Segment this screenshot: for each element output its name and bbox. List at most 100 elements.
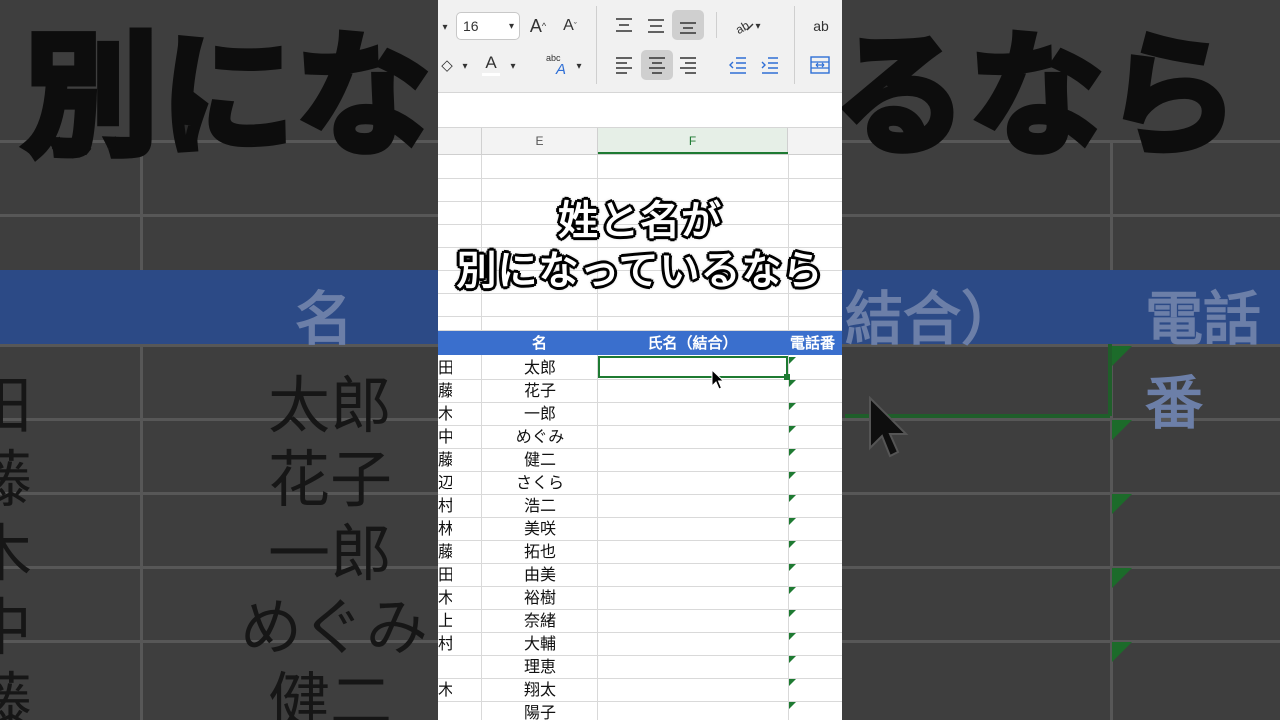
first-name-cell[interactable]: さくら: [482, 471, 598, 494]
full-name-cell[interactable]: [598, 586, 788, 609]
first-name-cell[interactable]: 花子: [482, 379, 598, 402]
table-row: [438, 247, 842, 271]
first-name-cell[interactable]: 太郎: [482, 356, 598, 379]
last-name-cell[interactable]: 上: [438, 609, 452, 632]
font-size-select[interactable]: 16 ▾: [456, 12, 520, 40]
column-header-f[interactable]: F: [598, 128, 788, 154]
column-header-g[interactable]: [788, 128, 842, 154]
decrease-font-button[interactable]: Aˇ: [558, 14, 582, 38]
full-name-cell[interactable]: [598, 379, 788, 402]
orientation-button[interactable]: ab ▾: [728, 14, 766, 38]
align-bottom-button[interactable]: [672, 10, 704, 40]
full-name-cell[interactable]: [598, 678, 788, 701]
full-name-cell[interactable]: [598, 632, 788, 655]
first-name-cell[interactable]: 一郎: [482, 402, 598, 425]
bg-gridline: [140, 140, 143, 720]
align-top-icon[interactable]: [612, 14, 636, 36]
error-marker-icon: [789, 403, 796, 410]
font-color-button[interactable]: A: [480, 50, 502, 78]
full-name-cell[interactable]: [598, 448, 788, 471]
error-marker-icon: [789, 518, 796, 525]
last-name-cell[interactable]: 木: [438, 402, 452, 425]
last-name-cell[interactable]: 木: [438, 678, 452, 701]
fill-color-icon[interactable]: ◇: [438, 52, 456, 78]
full-name-cell[interactable]: [598, 471, 788, 494]
full-name-cell[interactable]: [598, 609, 788, 632]
chevron-down-icon[interactable]: ▾: [506, 56, 520, 76]
last-name-cell[interactable]: 藤: [438, 379, 452, 402]
full-name-cell[interactable]: [598, 425, 788, 448]
last-name-cell[interactable]: 田: [438, 356, 452, 379]
mouse-cursor-icon: [711, 369, 725, 390]
table-row: 田 由美: [438, 563, 842, 587]
first-name-cell[interactable]: 健二: [482, 448, 598, 471]
fill-handle[interactable]: [784, 374, 790, 380]
last-name-cell[interactable]: 辺: [438, 471, 452, 494]
first-name-cell[interactable]: 拓也: [482, 540, 598, 563]
bg-fragment: 藤: [0, 665, 33, 720]
table-row: 木 翔太: [438, 678, 842, 702]
wrap-text-button[interactable]: ab: [808, 14, 834, 38]
decrease-font-icon: A: [563, 17, 574, 34]
header-first-name[interactable]: 名: [482, 331, 597, 355]
column-header-d[interactable]: [438, 128, 482, 154]
error-marker-icon: [789, 587, 796, 594]
last-name-cell[interactable]: 藤: [438, 448, 452, 471]
bg-error-marker: [1112, 494, 1132, 514]
font-dropdown-chevron-icon[interactable]: ▾: [438, 14, 452, 40]
error-marker-icon: [789, 633, 796, 640]
bg-error-marker: [1112, 568, 1132, 588]
align-left-icon[interactable]: [612, 54, 636, 76]
last-name-cell[interactable]: 中: [438, 425, 452, 448]
last-name-cell[interactable]: 村: [438, 632, 452, 655]
table-row: 辺 さくら: [438, 471, 842, 495]
first-name-cell[interactable]: 翔太: [482, 678, 598, 701]
first-name-cell[interactable]: 奈緒: [482, 609, 598, 632]
full-name-cell[interactable]: [598, 563, 788, 586]
bg-error-marker: [1112, 642, 1132, 662]
bg-cell: 健二: [268, 665, 393, 720]
last-name-cell[interactable]: 木: [438, 586, 452, 609]
table-header-row: 名 氏名（結合） 電話番: [438, 331, 842, 355]
align-center-button[interactable]: [641, 50, 673, 80]
first-name-cell[interactable]: 理恵: [482, 655, 598, 678]
decrease-indent-icon[interactable]: [726, 54, 750, 76]
header-phone[interactable]: 電話番: [790, 331, 842, 355]
first-name-cell[interactable]: 浩二: [482, 494, 598, 517]
first-name-cell[interactable]: 美咲: [482, 517, 598, 540]
chevron-down-icon[interactable]: ▾: [458, 56, 472, 76]
chevron-down-icon: ▾: [508, 20, 514, 32]
header-full-name[interactable]: 氏名（結合）: [598, 331, 787, 355]
full-name-cell[interactable]: [598, 402, 788, 425]
chevron-down-icon[interactable]: ▾: [572, 56, 586, 76]
full-name-cell[interactable]: [598, 540, 788, 563]
chevron-down-icon: ▾: [755, 20, 761, 32]
merge-cells-icon[interactable]: [808, 54, 832, 76]
table-row: [438, 293, 842, 317]
selected-cell-f[interactable]: [598, 356, 788, 378]
first-name-cell[interactable]: めぐみ: [482, 425, 598, 448]
error-marker-icon: [789, 541, 796, 548]
last-name-cell[interactable]: 藤: [438, 540, 452, 563]
column-header-e[interactable]: E: [482, 128, 598, 154]
formula-bar[interactable]: [438, 92, 842, 128]
last-name-cell[interactable]: 村: [438, 494, 452, 517]
full-name-cell[interactable]: [598, 494, 788, 517]
first-name-cell[interactable]: 大輔: [482, 632, 598, 655]
table-row: 木 一郎: [438, 402, 842, 426]
active-column-indicator: [598, 152, 788, 154]
first-name-cell[interactable]: 裕樹: [482, 586, 598, 609]
first-name-cell[interactable]: 陽子: [482, 701, 598, 720]
align-right-icon[interactable]: [676, 54, 700, 76]
last-name-cell[interactable]: 田: [438, 563, 452, 586]
increase-font-button[interactable]: A ^: [526, 14, 550, 38]
full-name-cell[interactable]: [598, 517, 788, 540]
first-name-cell[interactable]: 由美: [482, 563, 598, 586]
increase-indent-icon[interactable]: [758, 54, 782, 76]
error-marker-icon: [789, 449, 796, 456]
last-name-cell[interactable]: 林: [438, 517, 452, 540]
phonetic-button[interactable]: abc A: [542, 52, 574, 78]
full-name-cell[interactable]: [598, 655, 788, 678]
align-middle-icon[interactable]: [644, 14, 668, 36]
full-name-cell[interactable]: [598, 701, 788, 720]
